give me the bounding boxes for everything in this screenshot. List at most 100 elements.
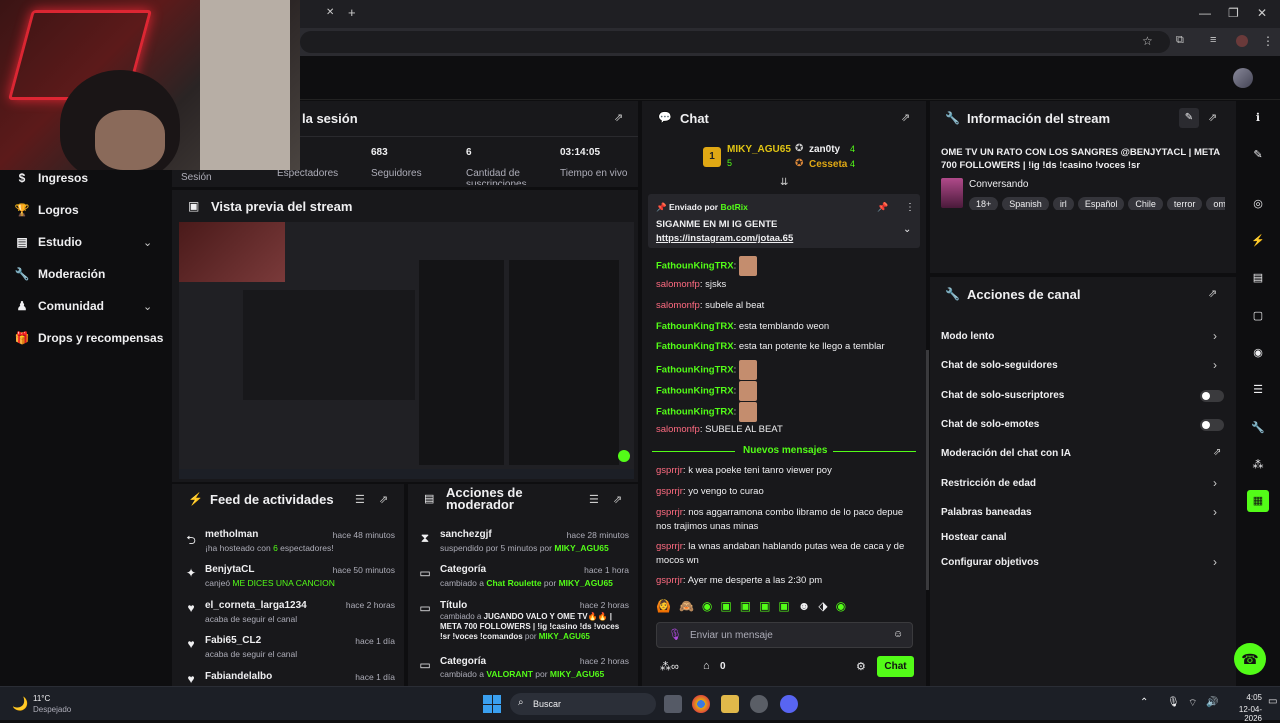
notifications-icon[interactable]: ▭	[1268, 696, 1277, 707]
chat-bubble-icon[interactable]: ▢	[1247, 305, 1269, 327]
pin-icon[interactable]: 📌	[877, 202, 888, 213]
chevron-right-icon[interactable]: ›	[1213, 329, 1217, 343]
subs-only-toggle[interactable]	[1200, 390, 1224, 402]
filter-icon[interactable]: ☰	[355, 493, 365, 506]
sidebar-item-logros[interactable]: 🏆 Logros	[14, 200, 79, 220]
emote-icon[interactable]: 🙆	[656, 599, 671, 617]
volume-icon[interactable]: 🔊	[1206, 697, 1218, 708]
mod-item-name[interactable]: Categoría	[440, 564, 486, 575]
browser-menu-icon[interactable]: ⋮	[1262, 34, 1274, 48]
emote-icon[interactable]: ☻	[798, 599, 811, 617]
top-gifter-name[interactable]: MIKY_AGU65	[727, 144, 791, 155]
bolt-icon[interactable]: ⚡	[1247, 230, 1269, 252]
feed-item-name[interactable]: BenjytaCL	[205, 564, 254, 575]
sidebar-item-drops[interactable]: 🎁 Drops y recompensas	[14, 328, 164, 348]
profile-icon[interactable]	[1236, 35, 1248, 47]
category-name[interactable]: Conversando	[969, 179, 1028, 190]
action-emotes-only[interactable]: Chat de solo-emotes	[941, 419, 1039, 430]
tag[interactable]: Spanish	[1002, 197, 1049, 210]
tag[interactable]: Chile	[1128, 197, 1163, 210]
popout-icon[interactable]: ⇗	[1208, 287, 1217, 300]
extension-icon[interactable]: ▦	[1247, 490, 1269, 512]
emote-icon[interactable]: ▣	[759, 599, 770, 617]
start-button[interactable]	[483, 695, 501, 713]
sidebar-item-comunidad[interactable]: ♟ Comunidad	[14, 296, 104, 316]
edit-icon[interactable]: ✎	[1247, 144, 1269, 166]
chevron-down-icon[interactable]: ⌄	[903, 224, 911, 235]
feed-item-name[interactable]: Fabi65_CL2	[205, 635, 261, 646]
store-icon[interactable]: ⌂	[703, 660, 710, 672]
task-view-icon[interactable]	[664, 695, 682, 713]
new-tab-button[interactable]: +	[348, 5, 356, 20]
help-fab-icon[interactable]: ☎	[1234, 643, 1266, 675]
popout-icon[interactable]: ⇗	[1208, 111, 1217, 124]
taskbar-search[interactable]	[510, 693, 656, 715]
chevron-down-icon[interactable]: ⌄	[143, 236, 152, 249]
action-slow-mode[interactable]: Modo lento	[941, 331, 994, 342]
more-options-icon[interactable]: ⋮	[905, 202, 915, 213]
bookmark-star-icon[interactable]: ☆	[1142, 34, 1153, 48]
edit-icon[interactable]: ✎	[1179, 108, 1199, 128]
chat-send-button[interactable]: Chat	[877, 656, 914, 677]
popout-icon[interactable]: ⇗	[379, 493, 388, 506]
tag[interactable]: irl	[1052, 197, 1074, 210]
stream-preview-video[interactable]	[179, 222, 634, 479]
chevron-right-icon[interactable]: ›	[1213, 505, 1217, 519]
address-bar[interactable]	[300, 31, 1170, 53]
popout-icon[interactable]: ⇗	[613, 493, 622, 506]
gifter-name[interactable]: Cesseta	[809, 159, 847, 170]
mod-item-name[interactable]: sanchezgjf	[440, 529, 492, 540]
sidebar-item-ingresos[interactable]: $ Ingresos	[14, 168, 88, 188]
media-control-icon[interactable]: ≡	[1210, 34, 1216, 46]
emote-icon[interactable]: ◉	[702, 599, 712, 617]
action-age-restriction[interactable]: Restricción de edad	[941, 478, 1036, 489]
document-icon[interactable]: ▤	[1247, 267, 1269, 289]
tag[interactable]: Español	[1077, 197, 1125, 210]
scroll-down-icon[interactable]: ⇊	[780, 177, 788, 188]
chrome-icon[interactable]	[692, 695, 710, 713]
stack-icon[interactable]: ☰	[1247, 379, 1269, 401]
action-host-channel[interactable]: Hostear canal	[941, 532, 1007, 543]
action-ai-moderation[interactable]: Moderación del chat con IA	[941, 448, 1071, 459]
emote-icon[interactable]: ▣	[778, 599, 789, 617]
feed-item-name[interactable]: el_corneta_larga1234	[205, 600, 307, 611]
points-icon[interactable]: ⁂∞	[660, 660, 679, 673]
filter-icon[interactable]: ☰	[589, 493, 599, 506]
minimize-icon[interactable]: —	[1199, 6, 1211, 20]
emote-icon[interactable]: ▣	[720, 599, 731, 617]
chevron-right-icon[interactable]: ›	[1213, 555, 1217, 569]
info-icon[interactable]: ℹ	[1247, 107, 1269, 129]
tag[interactable]: terror	[1166, 197, 1203, 210]
community-icon[interactable]: ⁂	[1247, 454, 1269, 476]
action-goals[interactable]: Configurar objetivos	[941, 557, 1039, 568]
emoji-picker-icon[interactable]: ☺	[893, 629, 903, 640]
tag[interactable]: om	[1206, 197, 1225, 210]
chat-scrollbar[interactable]	[926, 350, 929, 590]
close-tab-icon[interactable]: ✕	[326, 7, 334, 18]
feed-item-name[interactable]: metholman	[205, 529, 258, 540]
chevron-right-icon[interactable]: ›	[1213, 476, 1217, 490]
clock-time[interactable]: 4:05	[1222, 693, 1262, 702]
action-subs-only[interactable]: Chat de solo-suscriptores	[941, 390, 1064, 401]
tag[interactable]: 18+	[969, 197, 999, 210]
action-banned-words[interactable]: Palabras baneadas	[941, 507, 1032, 518]
wrench-icon[interactable]: 🔧	[1247, 417, 1269, 439]
pinned-link[interactable]: https://instagram.com/jotaa.65	[656, 233, 793, 244]
extensions-icon[interactable]: ⧉	[1176, 34, 1184, 47]
clock-date[interactable]: 12-04-2026	[1222, 705, 1262, 723]
emotes-only-toggle[interactable]	[1200, 419, 1224, 431]
wifi-icon[interactable]: ⌔	[1188, 697, 1197, 710]
user-avatar[interactable]	[1233, 68, 1253, 88]
sidebar-item-estudio[interactable]: ▤ Estudio	[14, 232, 82, 252]
sidebar-item-moderacion[interactable]: 🔧 Moderación	[14, 264, 106, 284]
emote-icon[interactable]: ▣	[740, 599, 751, 617]
obs-icon[interactable]	[750, 695, 768, 713]
popout-icon[interactable]: ⇗	[614, 111, 623, 124]
gifter-name[interactable]: zan0ty	[809, 144, 840, 155]
broadcast-icon[interactable]: ◉	[1247, 342, 1269, 364]
feed-item-name[interactable]: Fabiandelalbo	[205, 671, 272, 682]
mod-item-name[interactable]: Categoría	[440, 656, 486, 667]
chevron-up-icon[interactable]: ⌃	[1140, 697, 1148, 708]
mod-item-name[interactable]: Título	[440, 600, 467, 611]
discord-icon[interactable]	[780, 695, 798, 713]
